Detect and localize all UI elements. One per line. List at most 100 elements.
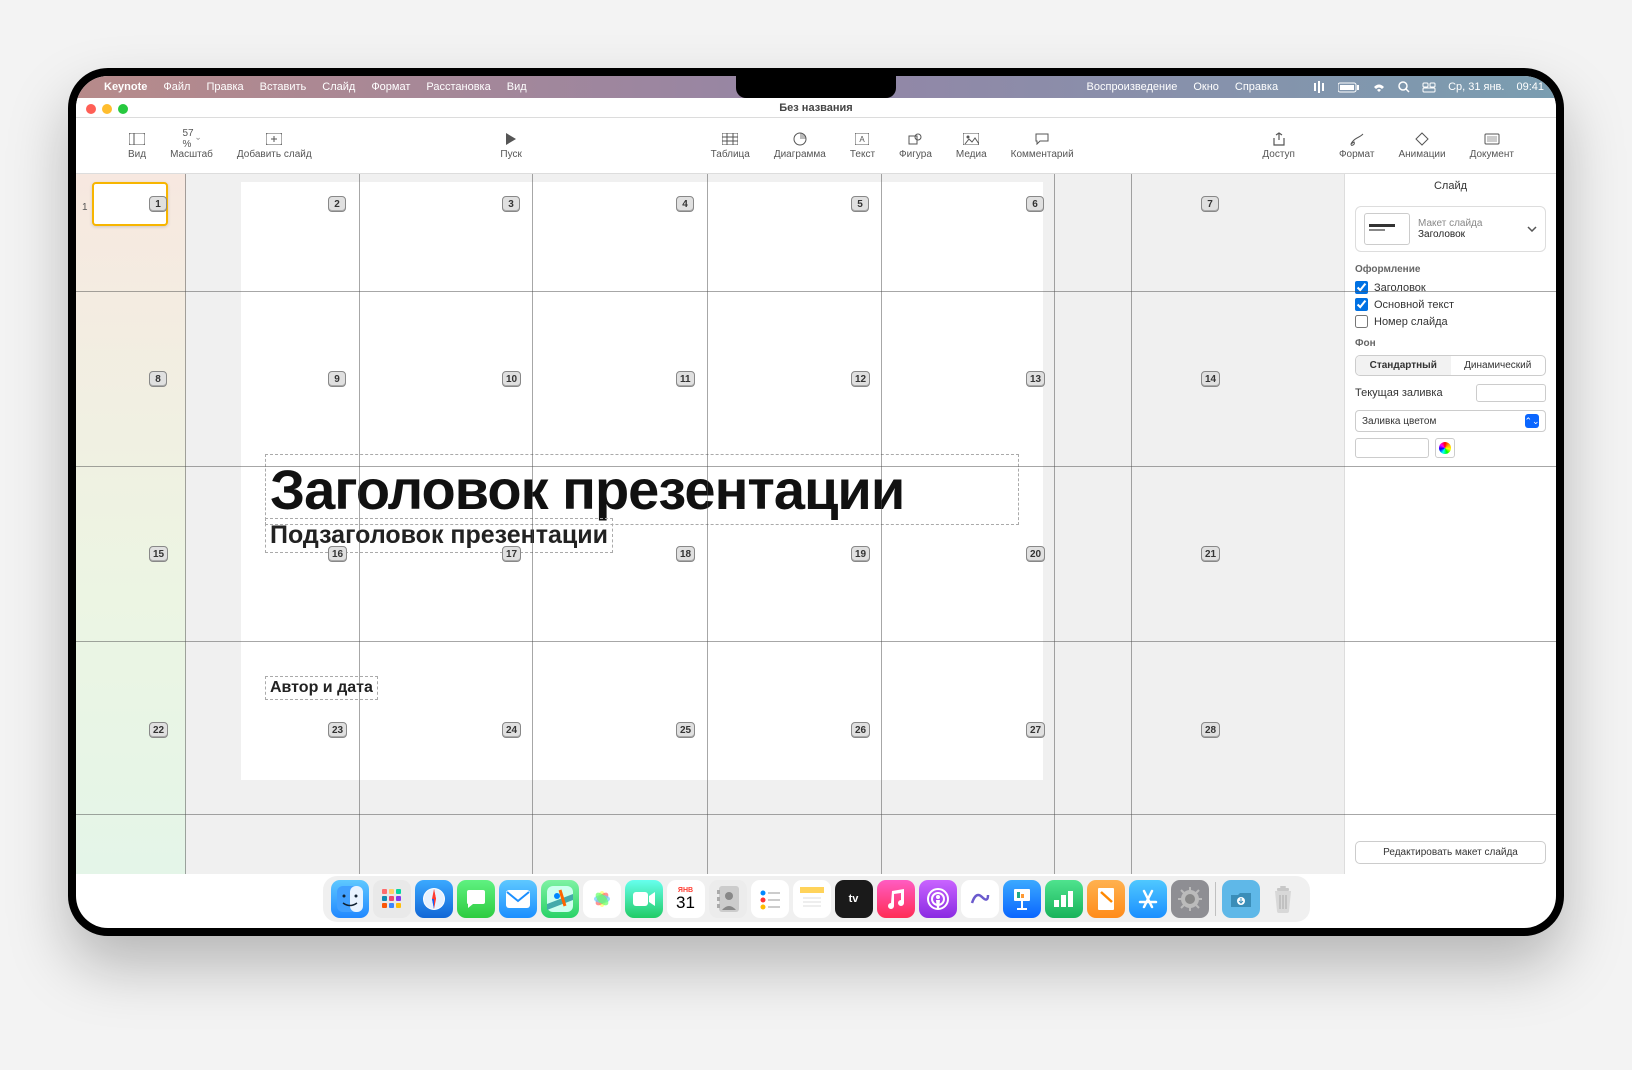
- chart-button[interactable]: Диаграмма: [762, 131, 838, 160]
- dock-music[interactable]: [877, 880, 915, 918]
- status-sound-icon[interactable]: [1312, 81, 1326, 93]
- status-time[interactable]: 09:41: [1516, 81, 1544, 93]
- menu-edit[interactable]: Правка: [206, 81, 243, 93]
- color-wheel-button[interactable]: [1435, 438, 1455, 458]
- view-button[interactable]: Вид: [116, 131, 158, 160]
- region-tag: 24: [502, 722, 521, 738]
- checkbox-slide-number[interactable]: Номер слайда: [1355, 315, 1546, 328]
- text-button[interactable]: AТекст: [838, 131, 887, 160]
- minimize-button[interactable]: [102, 104, 112, 114]
- menu-help[interactable]: Справка: [1235, 81, 1278, 93]
- dock-settings[interactable]: [1171, 880, 1209, 918]
- screen: Keynote Файл Правка Вставить Слайд Форма…: [76, 76, 1556, 928]
- current-fill-label: Текущая заливка: [1355, 387, 1443, 399]
- layout-label: Макет слайда: [1418, 218, 1482, 229]
- fill-preset-swatch[interactable]: [1355, 438, 1429, 458]
- fill-type-select[interactable]: Заливка цветом ⌃⌄: [1355, 410, 1546, 432]
- table-button[interactable]: Таблица: [699, 131, 762, 160]
- traffic-lights: [86, 104, 128, 114]
- dock-keynote-app[interactable]: [1003, 880, 1041, 918]
- fullscreen-button[interactable]: [118, 104, 128, 114]
- text-icon: A: [853, 131, 871, 147]
- dock-appstore[interactable]: [1129, 880, 1167, 918]
- slide[interactable]: Заголовок презентации Подзаголовок презе…: [241, 182, 1043, 780]
- region-tag: 9: [328, 371, 346, 387]
- status-date[interactable]: Ср, 31 янв.: [1448, 81, 1504, 93]
- dock-notes[interactable]: [793, 880, 831, 918]
- layout-thumb: [1364, 213, 1410, 245]
- dock-photos[interactable]: [583, 880, 621, 918]
- dock-podcasts[interactable]: [919, 880, 957, 918]
- canvas[interactable]: Заголовок презентации Подзаголовок презе…: [186, 174, 1344, 874]
- menu-arrange[interactable]: Расстановка: [426, 81, 490, 93]
- status-search-icon[interactable]: [1398, 81, 1410, 93]
- content-area: 1 Заголовок презентации Подзаголовок пре…: [76, 174, 1556, 874]
- dock-launchpad[interactable]: [373, 880, 411, 918]
- menu-slide[interactable]: Слайд: [322, 81, 355, 93]
- menu-insert[interactable]: Вставить: [260, 81, 307, 93]
- menu-view[interactable]: Вид: [507, 81, 527, 93]
- region-tag: 20: [1026, 546, 1045, 562]
- chevron-down-icon: [1527, 226, 1537, 232]
- play-button[interactable]: Пуск: [488, 131, 533, 160]
- layout-picker[interactable]: Макет слайда Заголовок: [1355, 206, 1546, 252]
- format-tab[interactable]: Формат: [1327, 131, 1387, 160]
- edit-layout-button[interactable]: Редактировать макет слайда: [1355, 841, 1546, 864]
- checkbox-body[interactable]: Основной текст: [1355, 298, 1546, 311]
- seg-dynamic[interactable]: Динамический: [1451, 356, 1546, 375]
- dock-calendar[interactable]: ЯНВ31: [667, 880, 705, 918]
- menu-file[interactable]: Файл: [163, 81, 190, 93]
- dock-mail[interactable]: [499, 880, 537, 918]
- slide-title[interactable]: Заголовок презентации: [265, 454, 1019, 525]
- region-tag: 11: [676, 371, 695, 387]
- stepper-icon: ⌃⌄: [1525, 414, 1539, 428]
- inspector-subtab[interactable]: Слайд: [1345, 174, 1556, 198]
- brush-icon: [1348, 131, 1366, 147]
- menu-play[interactable]: Воспроизведение: [1087, 81, 1178, 93]
- current-fill-swatch[interactable]: [1476, 384, 1546, 402]
- dock-safari[interactable]: [415, 880, 453, 918]
- checkbox-title[interactable]: Заголовок: [1355, 281, 1546, 294]
- region-tag: 14: [1201, 371, 1220, 387]
- animate-tab[interactable]: Анимации: [1386, 131, 1457, 160]
- dock-messages[interactable]: [457, 880, 495, 918]
- slide-author[interactable]: Автор и дата: [265, 676, 378, 700]
- slide-subtitle[interactable]: Подзаголовок презентации: [265, 518, 613, 553]
- region-tag: 12: [851, 371, 870, 387]
- dock-pages[interactable]: [1087, 880, 1125, 918]
- dock-contacts[interactable]: [709, 880, 747, 918]
- region-tag: 2: [328, 196, 346, 212]
- dock-reminders[interactable]: [751, 880, 789, 918]
- dock-facetime[interactable]: [625, 880, 663, 918]
- app-name[interactable]: Keynote: [104, 81, 147, 93]
- add-slide-button[interactable]: Добавить слайд: [225, 131, 324, 160]
- status-battery-icon[interactable]: [1338, 82, 1360, 93]
- region-tag: 28: [1201, 722, 1220, 738]
- menu-window[interactable]: Окно: [1193, 81, 1219, 93]
- menu-format[interactable]: Формат: [371, 81, 410, 93]
- seg-standard[interactable]: Стандартный: [1356, 356, 1451, 375]
- dock-freeform[interactable]: [961, 880, 999, 918]
- dock-numbers[interactable]: [1045, 880, 1083, 918]
- region-tag: 21: [1201, 546, 1220, 562]
- document-tab[interactable]: Документ: [1458, 131, 1526, 160]
- thumb-index: 1: [82, 202, 88, 213]
- bg-segmented[interactable]: Стандартный Динамический: [1355, 355, 1546, 376]
- close-button[interactable]: [86, 104, 96, 114]
- slide-navigator: 1: [76, 174, 186, 874]
- inspector-tabs-top: Формат Анимации Документ: [1327, 131, 1526, 160]
- play-icon: [502, 131, 520, 147]
- dock-downloads[interactable]: [1222, 880, 1260, 918]
- dock-maps[interactable]: [541, 880, 579, 918]
- dock-tv[interactable]: tv: [835, 880, 873, 918]
- comment-button[interactable]: Комментарий: [999, 131, 1086, 160]
- share-button[interactable]: Доступ: [1250, 131, 1307, 160]
- status-wifi-icon[interactable]: [1372, 82, 1386, 93]
- zoom-picker[interactable]: 57 % Масштаб: [158, 131, 225, 160]
- media-button[interactable]: Медиа: [944, 131, 999, 160]
- bg-head: Фон: [1355, 338, 1546, 349]
- dock-finder[interactable]: [331, 880, 369, 918]
- dock-trash[interactable]: [1264, 880, 1302, 918]
- shape-button[interactable]: Фигура: [887, 131, 944, 160]
- status-control-icon[interactable]: [1422, 82, 1436, 93]
